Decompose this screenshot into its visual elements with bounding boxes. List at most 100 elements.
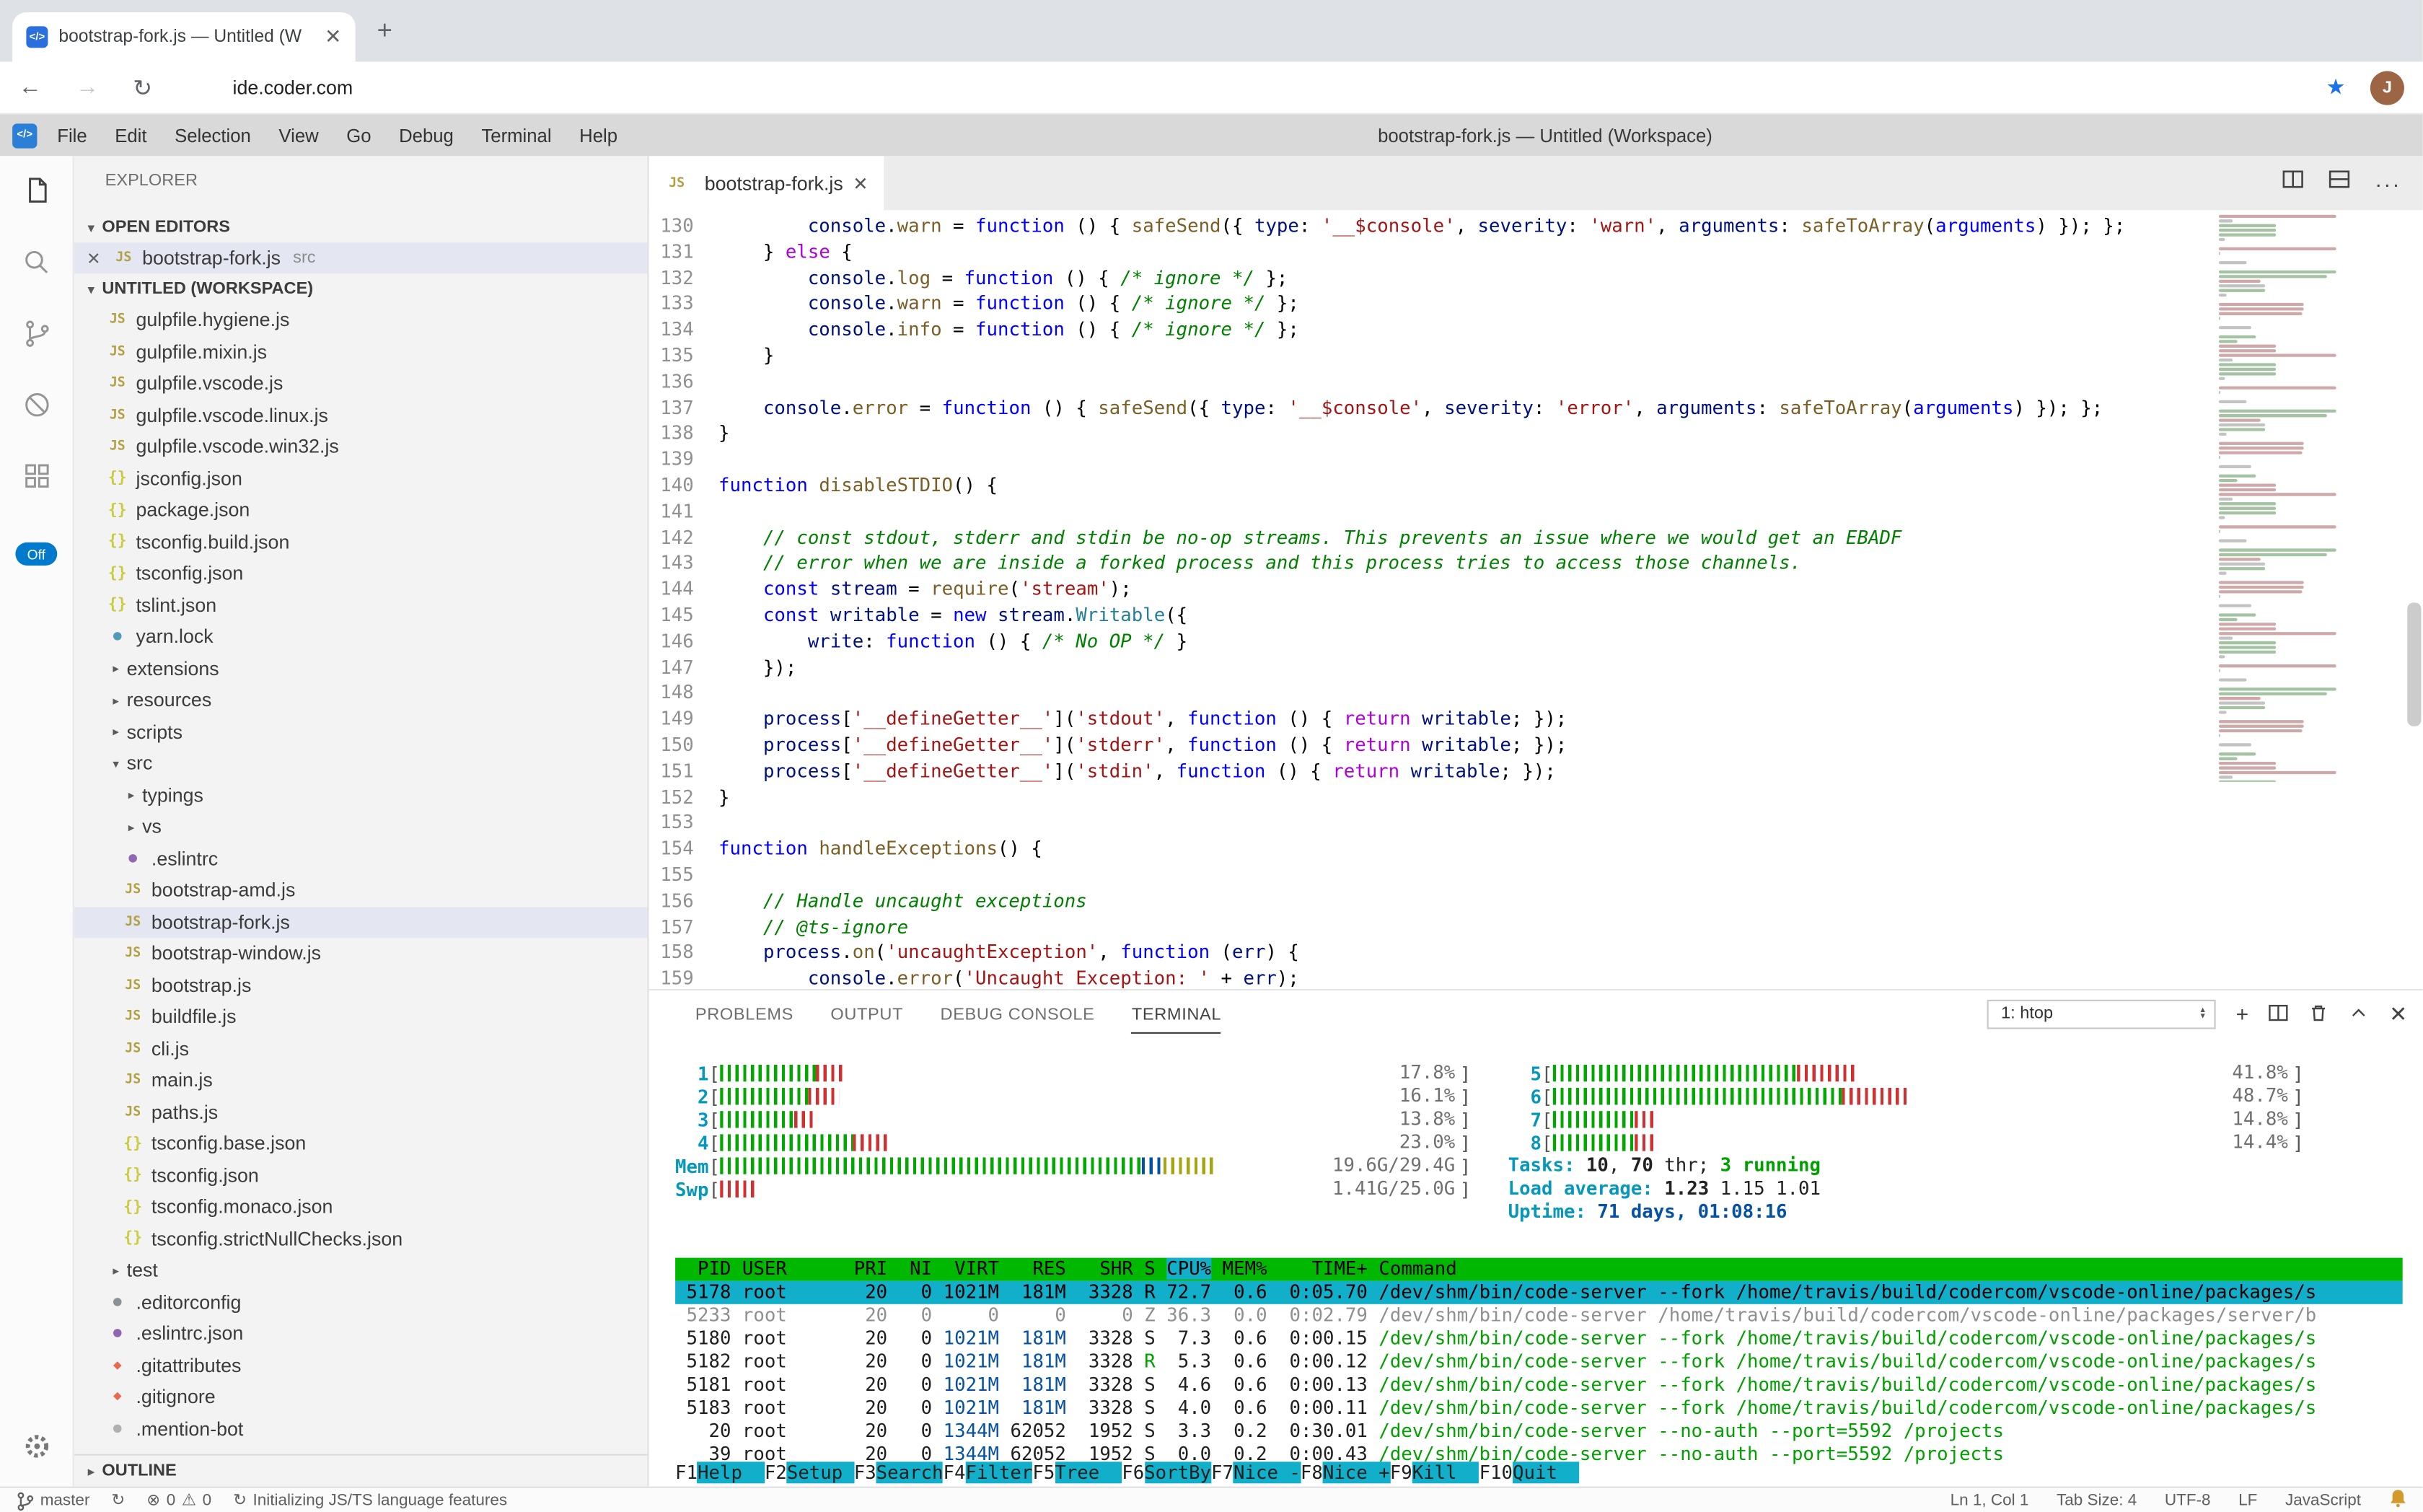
- htop-function-key-bar[interactable]: F1Help F2Setup F3SearchF4FilterF5Tree F6…: [675, 1462, 2403, 1485]
- language-indicator[interactable]: JavaScript: [2285, 1491, 2361, 1510]
- menu-view[interactable]: View: [265, 124, 333, 146]
- fkey-f1[interactable]: F1: [675, 1462, 698, 1483]
- tree-item-cli.js[interactable]: JScli.js: [74, 1033, 648, 1065]
- menu-selection[interactable]: Selection: [161, 124, 265, 146]
- fkey-f5[interactable]: F5: [1032, 1462, 1055, 1483]
- reload-icon[interactable]: ↻: [133, 74, 152, 102]
- terminal[interactable]: 1[17.8%] 2[16.1%] 3[13.8%] 4[23.0%]Mem[1…: [675, 1037, 2403, 1486]
- panel-tab-output[interactable]: OUTPUT: [830, 993, 903, 1034]
- new-terminal-icon[interactable]: +: [2236, 1003, 2249, 1024]
- tree-item-buildfile.js[interactable]: JSbuildfile.js: [74, 1001, 648, 1033]
- minimap[interactable]: [2212, 214, 2342, 782]
- tree-item-gulpfile.vscode.linux.js[interactable]: JSgulpfile.vscode.linux.js: [74, 400, 648, 431]
- tree-item-extensions[interactable]: ▸extensions: [74, 653, 648, 685]
- tree-item-paths.js[interactable]: JSpaths.js: [74, 1096, 648, 1128]
- tree-item-tsconfig.monaco.json[interactable]: {}tsconfig.monaco.json: [74, 1191, 648, 1223]
- fkey-f8[interactable]: F8: [1301, 1462, 1323, 1483]
- tree-item-gulpfile.vscode.js[interactable]: JSgulpfile.vscode.js: [74, 368, 648, 400]
- fkey-f7[interactable]: F7: [1211, 1462, 1234, 1483]
- split-editor-icon[interactable]: [2282, 168, 2304, 198]
- tree-item-tsconfig.base.json[interactable]: {}tsconfig.base.json: [74, 1128, 648, 1160]
- toggle-layout-icon[interactable]: [2329, 168, 2350, 198]
- process-row-5183[interactable]: 5183 root 20 0 1021M 181M 3328 S 4.0 0.6…: [675, 1397, 2403, 1420]
- menu-go[interactable]: Go: [333, 124, 385, 146]
- tab-size-indicator[interactable]: Tab Size: 4: [2057, 1491, 2137, 1510]
- menu-file[interactable]: File: [43, 124, 101, 146]
- avatar[interactable]: J: [2370, 70, 2404, 104]
- address-bar[interactable]: ide.coder.com: [233, 76, 2326, 98]
- close-icon[interactable]: ✕: [87, 248, 111, 268]
- code-editor[interactable]: 130 console.warn = function () { safeSen…: [649, 210, 2423, 989]
- tree-item-bootstrap-amd.js[interactable]: JSbootstrap-amd.js: [74, 874, 648, 906]
- tree-item-.eslintrc.json[interactable]: ●.eslintrc.json: [74, 1318, 648, 1350]
- close-panel-icon[interactable]: ✕: [2389, 1003, 2407, 1024]
- sync-button[interactable]: ↻: [111, 1491, 125, 1510]
- close-icon[interactable]: ✕: [853, 172, 869, 194]
- explorer-icon[interactable]: [0, 156, 74, 227]
- connection-status-badge[interactable]: Off: [15, 542, 57, 566]
- panel-tab-debug-console[interactable]: DEBUG CONSOLE: [941, 993, 1095, 1034]
- tree-item-bootstrap-fork.js[interactable]: JSbootstrap-fork.js: [74, 906, 648, 938]
- process-row-5233[interactable]: 5233 root 20 0 0 0 0 Z 36.3 0.0 0:02.79 …: [675, 1304, 2403, 1327]
- split-terminal-icon[interactable]: [2269, 1002, 2289, 1025]
- gear-icon[interactable]: [0, 1418, 74, 1474]
- menu-edit[interactable]: Edit: [101, 124, 161, 146]
- tree-item-tsconfig.json[interactable]: {}tsconfig.json: [74, 1160, 648, 1192]
- fkey-f3[interactable]: F3: [854, 1462, 876, 1483]
- branch-indicator[interactable]: master: [15, 1490, 89, 1511]
- fkey-f6[interactable]: F6: [1122, 1462, 1144, 1483]
- tree-item-.mention-bot[interactable]: ●.mention-bot: [74, 1413, 648, 1445]
- tree-item-scripts[interactable]: ▸scripts: [74, 716, 648, 748]
- tree-item-typings[interactable]: ▸typings: [74, 780, 648, 812]
- new-tab-button[interactable]: +: [377, 15, 392, 46]
- tree-item-tsconfig.json[interactable]: {}tsconfig.json: [74, 558, 648, 589]
- fkey-f4[interactable]: F4: [944, 1462, 966, 1483]
- tree-item-tslint.json[interactable]: {}tslint.json: [74, 589, 648, 621]
- problems-indicator[interactable]: ⊗ 0 ⚠ 0: [146, 1491, 211, 1510]
- fkey-f2[interactable]: F2: [765, 1462, 787, 1483]
- open-editors-header[interactable]: ▾ OPEN EDITORS: [74, 211, 648, 242]
- process-row-5180[interactable]: 5180 root 20 0 1021M 181M 3328 S 7.3 0.6…: [675, 1327, 2403, 1350]
- process-row-20[interactable]: 20 root 20 0 1344M 62052 1952 S 3.3 0.2 …: [675, 1420, 2403, 1443]
- encoding-indicator[interactable]: UTF-8: [2165, 1491, 2211, 1510]
- tree-item-yarn.lock[interactable]: ●yarn.lock: [74, 621, 648, 653]
- bookmark-star-icon[interactable]: ★: [2326, 74, 2346, 100]
- menu-debug[interactable]: Debug: [385, 124, 467, 146]
- panel-tab-problems[interactable]: PROBLEMS: [695, 993, 793, 1034]
- process-row-5181[interactable]: 5181 root 20 0 1021M 181M 3328 S 4.6 0.6…: [675, 1373, 2403, 1397]
- tree-item-package.json[interactable]: {}package.json: [74, 494, 648, 526]
- open-editor-item[interactable]: ✕ JS bootstrap-fork.js src: [74, 242, 648, 273]
- menu-terminal[interactable]: Terminal: [467, 124, 566, 146]
- extensions-icon[interactable]: [0, 440, 74, 511]
- outline-header[interactable]: ▸ OUTLINE: [74, 1454, 648, 1487]
- eol-indicator[interactable]: LF: [2238, 1491, 2257, 1510]
- notification-bell-icon[interactable]: [2389, 1488, 2408, 1512]
- source-control-icon[interactable]: [0, 298, 74, 369]
- tab-close-icon[interactable]: ✕: [325, 25, 341, 49]
- back-icon[interactable]: ←: [19, 74, 42, 100]
- fkey-f9[interactable]: F9: [1390, 1462, 1412, 1483]
- panel-tab-terminal[interactable]: TERMINAL: [1132, 993, 1221, 1034]
- tree-item-bootstrap.js[interactable]: JSbootstrap.js: [74, 970, 648, 1001]
- tree-item-.eslintrc[interactable]: ●.eslintrc: [74, 843, 648, 874]
- fkey-f10[interactable]: F10: [1479, 1462, 1513, 1483]
- tree-item-jsconfig.json[interactable]: {}jsconfig.json: [74, 463, 648, 495]
- tree-item-tsconfig.build.json[interactable]: {}tsconfig.build.json: [74, 526, 648, 558]
- tree-item-tsconfig.strictNullChecks.json[interactable]: {}tsconfig.strictNullChecks.json: [74, 1223, 648, 1254]
- tree-item-gulpfile.vscode.win32.js[interactable]: JSgulpfile.vscode.win32.js: [74, 431, 648, 463]
- tree-item-resources[interactable]: ▸resources: [74, 685, 648, 716]
- terminal-picker[interactable]: 1: htop ▲▼: [1987, 999, 2216, 1029]
- process-row-5178[interactable]: 5178 root 20 0 1021M 181M 3328 R 72.7 0.…: [675, 1281, 2403, 1304]
- more-actions-icon[interactable]: ···: [2375, 171, 2401, 195]
- tree-item-main.js[interactable]: JSmain.js: [74, 1065, 648, 1096]
- editor-scrollbar[interactable]: [2407, 602, 2421, 726]
- tree-item-vs[interactable]: ▸vs: [74, 812, 648, 843]
- tree-item-.gitignore[interactable]: ◆.gitignore: [74, 1381, 648, 1413]
- menu-help[interactable]: Help: [566, 124, 631, 146]
- tree-item-src[interactable]: ▾src: [74, 748, 648, 780]
- tree-item-.editorconfig[interactable]: ●.editorconfig: [74, 1286, 648, 1318]
- maximize-panel-icon[interactable]: [2349, 1002, 2369, 1025]
- tree-item-.gitattributes[interactable]: ◆.gitattributes: [74, 1350, 648, 1381]
- process-row-5182[interactable]: 5182 root 20 0 1021M 181M 3328 R 5.3 0.6…: [675, 1350, 2403, 1373]
- browser-tab[interactable]: </> bootstrap-fork.js — Untitled (W ✕: [12, 12, 356, 62]
